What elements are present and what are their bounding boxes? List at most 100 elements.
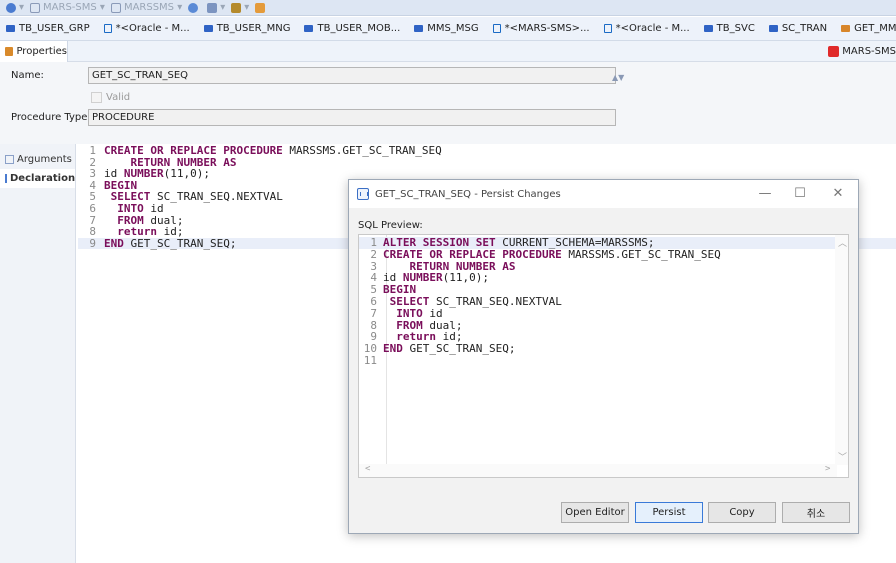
editor-tab-label: *<MARS-SMS>...: [504, 23, 590, 34]
toolbar-transaction[interactable]: [188, 2, 201, 13]
sql-preview-box[interactable]: 1 ALTER SESSION SET CURRENT_SCHEMA=MARSSM…: [358, 234, 849, 478]
sql-preview-label: SQL Preview:: [358, 220, 423, 231]
name-field[interactable]: GET_SC_TRAN_SEQ: [88, 67, 616, 84]
code-text: SC_TRAN_SEQ.NEXTVAL: [429, 294, 562, 308]
copy-button[interactable]: Copy: [708, 502, 776, 523]
table-icon: [414, 25, 424, 32]
arguments-icon: [5, 155, 14, 164]
editor-tab-label: MMS_MSG: [427, 23, 479, 34]
toolbar-refresh[interactable]: ▾: [6, 2, 24, 13]
cancel-button[interactable]: 취소: [782, 502, 850, 523]
editor-tab[interactable]: *<MARS-SMS>...: [487, 17, 598, 40]
editor-tab[interactable]: *<Oracle - M...: [598, 17, 698, 40]
commit-icon: [207, 2, 218, 13]
minimize-button[interactable]: —: [755, 186, 775, 201]
scroll-up-icon[interactable]: ︿: [838, 236, 847, 249]
valid-checkbox-box: [91, 92, 102, 103]
tab-declaration-label: Declaration: [10, 173, 76, 184]
toolbar-navigate[interactable]: [255, 2, 268, 13]
open-editor-button[interactable]: Open Editor: [561, 502, 629, 523]
source-side-tabs: Arguments Declaration: [0, 144, 76, 563]
sql-editor-icon: [492, 24, 501, 33]
code-text: MARSSMS.GET_SC_TRAN_SEQ: [561, 247, 721, 261]
editor-tab-label: TB_SVC: [716, 23, 755, 34]
table-icon: [304, 25, 314, 32]
editor-tab-bar: TB_USER_GRP *<Oracle - M... TB_USER_MNG TB_…: [0, 17, 896, 41]
valid-label: Valid: [106, 92, 131, 103]
tab-arguments[interactable]: Arguments: [0, 150, 75, 169]
scroll-left-icon[interactable]: <: [365, 464, 370, 474]
properties-strip: Properties MARS-SMS: [0, 41, 896, 62]
line-number: 9: [89, 236, 96, 250]
properties-form: Name: GET_SC_TRAN_SEQ Valid Procedure Ty…: [0, 62, 896, 144]
close-button[interactable]: ✕: [828, 186, 848, 201]
sql-editor-icon: [103, 24, 112, 33]
code-text: GET_SC_TRAN_SEQ;: [402, 342, 516, 356]
procedure-icon: [841, 25, 851, 32]
transaction-icon: [188, 2, 199, 13]
code-line: 11: [359, 355, 837, 367]
code-text: SC_TRAN_SEQ.NEXTVAL: [150, 190, 283, 204]
tools-icon: [231, 2, 242, 13]
connection-icon: [828, 45, 840, 57]
toolbar-commit[interactable]: ▾: [207, 2, 225, 13]
editor-tab[interactable]: SC_TRAN: [763, 17, 835, 40]
scroll-right-icon[interactable]: >: [825, 464, 830, 474]
main-toolbar: ▾ MARS-SMS ▾ MARSSMS ▾ ▾ ▾: [0, 0, 896, 16]
sql-editor-icon: [603, 24, 612, 33]
editor-tab-label: *<Oracle - M...: [615, 23, 690, 34]
valid-checkbox[interactable]: Valid: [91, 92, 130, 103]
line-number: 6: [89, 201, 96, 215]
scroll-down-icon[interactable]: ﹀: [838, 450, 847, 463]
editor-tab[interactable]: TB_USER_GRP: [0, 17, 98, 40]
properties-icon: [5, 47, 14, 56]
toolbar-schema-selector[interactable]: MARSSMS ▾: [110, 2, 182, 13]
dialog-title: GET_SC_TRAN_SEQ - Persist Changes: [375, 188, 561, 200]
code-keyword: END: [383, 342, 403, 356]
schema-icon: [110, 2, 121, 13]
editor-tab[interactable]: *<Oracle - M...: [98, 17, 198, 40]
tab-declaration[interactable]: Declaration: [0, 169, 75, 188]
dialog-app-icon: [357, 188, 369, 200]
dialog-title-bar[interactable]: GET_SC_TRAN_SEQ - Persist Changes — ☐ ✕: [349, 180, 858, 208]
line-number: 11: [363, 353, 377, 367]
editor-tab-label: GET_MMS_M: [854, 23, 896, 34]
properties-tab[interactable]: Properties: [0, 41, 68, 62]
maximize-button[interactable]: ☐: [790, 186, 810, 201]
sql-preview-vertical-scrollbar[interactable]: ︿ ﹀: [835, 235, 848, 465]
connection-label: MARS-SMS: [842, 45, 896, 57]
editor-tab-label: *<Oracle - M...: [115, 23, 190, 34]
editor-tab[interactable]: TB_SVC: [698, 17, 763, 40]
tab-arguments-label: Arguments: [17, 154, 72, 165]
sql-preview-horizontal-scrollbar[interactable]: < >: [359, 464, 837, 477]
table-icon: [6, 25, 15, 32]
code-text: (11,0);: [163, 167, 210, 181]
editor-tab-label: TB_USER_MOB...: [317, 23, 401, 34]
line-number: 2: [370, 247, 377, 261]
line-number: 6: [370, 294, 377, 308]
procedure-type-field[interactable]: PROCEDURE: [88, 109, 616, 126]
persist-button[interactable]: Persist: [635, 502, 703, 523]
editor-tab-label: SC_TRAN: [781, 23, 828, 34]
database-icon: [30, 2, 41, 13]
line-number: 1: [89, 144, 96, 157]
editor-tab[interactable]: TB_USER_MOB...: [298, 17, 408, 40]
editor-tab-label: TB_USER_MNG: [216, 23, 291, 34]
editor-tab[interactable]: TB_USER_MNG: [198, 17, 299, 40]
name-label: Name:: [11, 70, 44, 81]
toolbar-connection-selector[interactable]: MARS-SMS ▾: [30, 2, 105, 13]
properties-tab-label: Properties: [16, 46, 67, 57]
splitter-arrows-icon[interactable]: ▲▼: [612, 73, 624, 82]
connection-badge[interactable]: MARS-SMS: [828, 43, 896, 59]
code-line: 4 id NUMBER(11,0);: [359, 272, 837, 284]
declaration-icon: [5, 174, 7, 183]
editor-tab[interactable]: GET_MMS_M: [835, 17, 896, 40]
code-text: GET_SC_TRAN_SEQ;: [123, 236, 237, 250]
toolbar-tools[interactable]: ▾: [231, 2, 249, 13]
editor-tab[interactable]: MMS_MSG: [408, 17, 486, 40]
code-text: MARSSMS.GET_SC_TRAN_SEQ: [282, 144, 442, 157]
code-line: 10 END GET_SC_TRAN_SEQ;: [359, 343, 837, 355]
line-number: 8: [89, 225, 96, 239]
table-icon: [203, 25, 213, 32]
code-keyword: END: [104, 236, 124, 250]
